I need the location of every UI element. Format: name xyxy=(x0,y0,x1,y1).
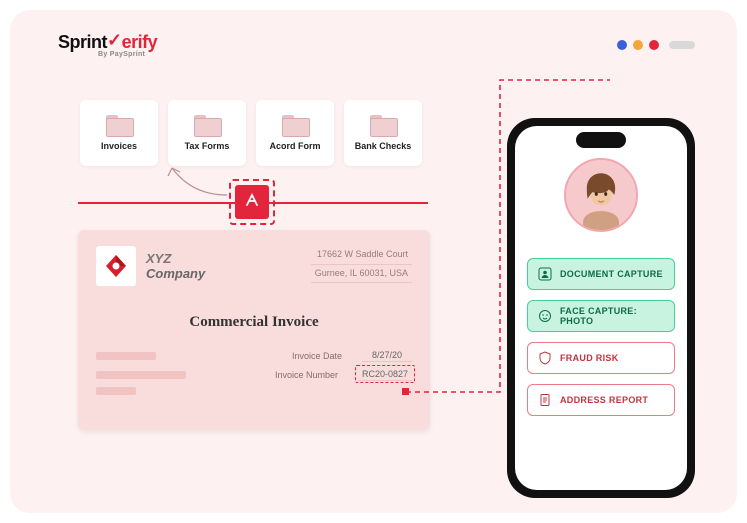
company-prefix: XYZ xyxy=(146,251,171,266)
dot-blue-icon xyxy=(617,40,627,50)
company-word: Company xyxy=(146,266,205,281)
invoice-fields: Invoice Date 8/27/20 Invoice Number RC20… xyxy=(96,349,412,395)
btn-face-capture[interactable]: FACE CAPTURE: PHOTO xyxy=(527,300,675,332)
folder-label: Bank Checks xyxy=(355,141,412,151)
folder-tax-forms[interactable]: Tax Forms xyxy=(168,100,246,166)
address-line1: 17662 W Saddle Court xyxy=(311,246,412,265)
dot-red-icon xyxy=(649,40,659,50)
curved-arrow-icon xyxy=(162,160,232,200)
dot-orange-icon xyxy=(633,40,643,50)
invoice-date-label: Invoice Date xyxy=(272,351,342,361)
phone-notch-icon xyxy=(576,132,626,148)
brand-part1: Sprint xyxy=(58,32,107,52)
company-address: 17662 W Saddle Court Gurnee, IL 60031, U… xyxy=(311,246,412,283)
skeleton-bar xyxy=(96,371,186,379)
folder-invoices[interactable]: Invoices xyxy=(80,100,158,166)
folder-bank-checks[interactable]: Bank Checks xyxy=(344,100,422,166)
person-scan-icon xyxy=(538,267,552,281)
company-name: XYZ Company xyxy=(146,251,205,281)
btn-label: DOCUMENT CAPTURE xyxy=(560,269,663,279)
folder-label: Acord Form xyxy=(269,141,320,151)
btn-address-report[interactable]: ADDRESS REPORT xyxy=(527,384,675,416)
brand-part2: erify xyxy=(122,32,158,52)
btn-fraud-risk[interactable]: FRAUD RISK xyxy=(527,342,675,374)
dot-pill-icon xyxy=(669,41,695,49)
invoice-number-label: Invoice Number xyxy=(268,370,338,380)
btn-label: FACE CAPTURE: PHOTO xyxy=(560,306,664,326)
folder-icon xyxy=(194,115,220,135)
check-icon: ✓ xyxy=(107,30,122,51)
phone-mockup: DOCUMENT CAPTURE FACE CAPTURE: PHOTO FRA… xyxy=(507,118,695,498)
folder-icon xyxy=(282,115,308,135)
folder-label: Invoices xyxy=(101,141,137,151)
company-logo xyxy=(96,246,136,286)
folder-label: Tax Forms xyxy=(185,141,230,151)
btn-document-capture[interactable]: DOCUMENT CAPTURE xyxy=(527,258,675,290)
invoice-row-skeleton xyxy=(96,387,412,395)
face-icon xyxy=(538,309,552,323)
skeleton-bar xyxy=(96,352,156,360)
address-line2: Gurnee, IL 60031, USA xyxy=(311,265,412,284)
phone-screen: DOCUMENT CAPTURE FACE CAPTURE: PHOTO FRA… xyxy=(515,126,687,490)
btn-label: FRAUD RISK xyxy=(560,353,619,363)
brand-subtitle: By PaySprint xyxy=(58,51,157,58)
invoice-title: Commercial Invoice xyxy=(96,314,412,331)
invoice-date-value: 8/27/20 xyxy=(362,349,412,362)
invoice-header: XYZ Company 17662 W Saddle Court Gurnee,… xyxy=(96,246,412,286)
window-dots xyxy=(617,40,695,50)
diamond-icon xyxy=(102,252,130,280)
invoice-card: XYZ Company 17662 W Saddle Court Gurnee,… xyxy=(78,230,430,430)
skeleton-bar xyxy=(96,387,136,395)
invoice-company-block: XYZ Company xyxy=(96,246,205,286)
invoice-row-date: Invoice Date 8/27/20 xyxy=(96,349,412,362)
invoice-row-number: Invoice Number RC20-0827 xyxy=(96,368,412,381)
btn-label: ADDRESS REPORT xyxy=(560,395,648,405)
folder-icon xyxy=(106,115,132,135)
phone-button-list: DOCUMENT CAPTURE FACE CAPTURE: PHOTO FRA… xyxy=(527,258,675,416)
avatar-illustration-icon xyxy=(566,158,636,232)
folder-row: Invoices Tax Forms Acord Form Bank Check… xyxy=(80,100,422,166)
document-icon xyxy=(538,393,552,407)
avatar xyxy=(564,158,638,232)
diagram-canvas: Sprint✓erify By PaySprint Invoices Tax F… xyxy=(10,10,737,513)
processor-node xyxy=(235,185,269,219)
node-glyph-icon xyxy=(244,192,260,213)
brand-logo: Sprint✓erify By PaySprint xyxy=(58,32,157,58)
shield-icon xyxy=(538,351,552,365)
invoice-number-value: RC20-0827 xyxy=(358,368,412,381)
folder-acord-form[interactable]: Acord Form xyxy=(256,100,334,166)
folder-icon xyxy=(370,115,396,135)
